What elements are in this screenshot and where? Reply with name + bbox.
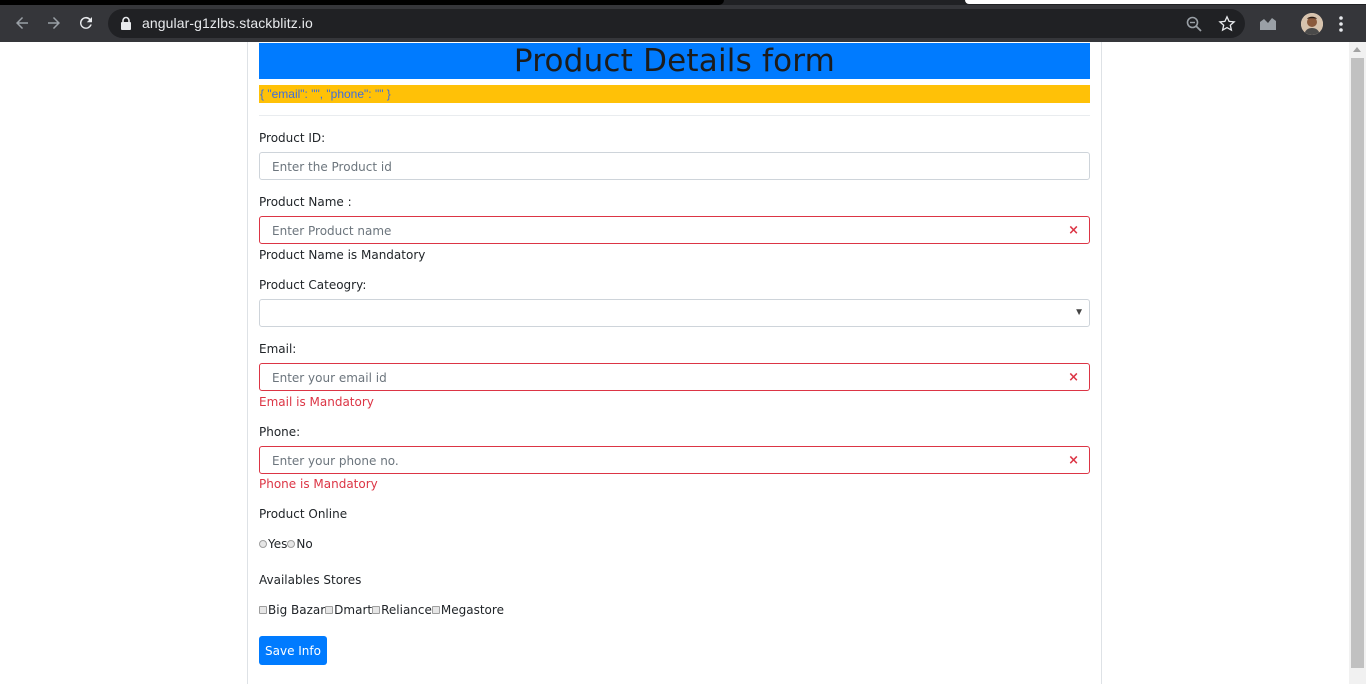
divider <box>259 115 1090 116</box>
stores-options: Big Bazar Dmart Reliance Megastore <box>259 603 504 617</box>
avatar[interactable] <box>1301 13 1323 35</box>
scroll-up-icon[interactable] <box>1353 47 1361 52</box>
url-text: angular-g1zlbs.stackblitz.io <box>142 15 313 31</box>
vertical-scrollbar[interactable] <box>1349 42 1366 684</box>
reload-icon[interactable] <box>73 10 99 36</box>
checkbox-dmart[interactable] <box>325 606 334 614</box>
star-icon[interactable] <box>1218 15 1236 33</box>
radio-no[interactable] <box>287 540 296 548</box>
page-title: Product Details form <box>513 43 836 79</box>
back-arrow-icon[interactable] <box>9 10 35 36</box>
page-header: Product Details form <box>259 43 1090 79</box>
save-button[interactable]: Save Info <box>259 636 327 665</box>
extension-icon[interactable] <box>1258 14 1278 32</box>
phone-placeholder: Enter your phone no. <box>272 454 399 468</box>
address-bar[interactable]: angular-g1zlbs.stackblitz.io <box>108 9 1245 38</box>
tab-edge-right <box>965 0 1366 4</box>
radio-no-label: No <box>296 537 313 551</box>
checkbox-dmart-label: Dmart <box>334 603 373 617</box>
chevron-down-icon: ▼ <box>1074 307 1084 318</box>
checkbox-megastore-label: Megastore <box>440 603 504 617</box>
phone-label: Phone: <box>259 425 301 439</box>
product-category-label: Product Cateogry: <box>259 278 367 292</box>
product-name-input[interactable]: Enter Product name × <box>259 216 1090 244</box>
stores-label: Availables Stores <box>259 573 362 587</box>
form-container: Product Details form { "email": "", "pho… <box>247 42 1102 684</box>
checkbox-megastore[interactable] <box>431 606 440 614</box>
menu-icon[interactable] <box>1336 14 1346 34</box>
product-id-label: Product ID: <box>259 131 326 145</box>
forward-arrow-icon[interactable] <box>41 10 67 36</box>
error-icon: × <box>1068 453 1079 468</box>
email-placeholder: Enter your email id <box>272 371 387 385</box>
scroll-thumb[interactable] <box>1351 58 1364 668</box>
email-label: Email: <box>259 342 297 356</box>
product-online-options: Yes No <box>259 537 313 551</box>
radio-yes-label: Yes <box>268 537 288 551</box>
phone-error: Phone is Mandatory <box>259 477 378 491</box>
product-category-select[interactable]: ▼ <box>259 299 1090 327</box>
zoom-icon[interactable] <box>1185 15 1203 33</box>
browser-toolbar: angular-g1zlbs.stackblitz.io <box>0 5 1366 42</box>
error-icon: × <box>1068 370 1079 385</box>
product-id-input[interactable]: Enter the Product id <box>259 152 1090 180</box>
form-value-json: { "email": "", "phone": "" } <box>259 85 1090 103</box>
checkbox-reliance[interactable] <box>372 606 381 614</box>
checkbox-reliance-label: Reliance <box>381 603 432 617</box>
product-name-placeholder: Enter Product name <box>272 224 392 238</box>
checkbox-big-bazar-label: Big Bazar <box>268 603 326 617</box>
radio-yes[interactable] <box>259 540 267 548</box>
email-error: Email is Mandatory <box>259 395 374 409</box>
lock-icon <box>121 16 131 30</box>
product-name-label: Product Name : <box>259 195 352 209</box>
page-viewport: Product Details form { "email": "", "pho… <box>0 42 1366 684</box>
product-id-placeholder: Enter the Product id <box>272 160 392 174</box>
error-icon: × <box>1068 223 1079 238</box>
phone-field[interactable]: Enter your phone no. × <box>259 446 1090 474</box>
checkbox-big-bazar[interactable] <box>259 606 267 614</box>
product-online-label: Product Online <box>259 507 348 521</box>
product-name-error: Product Name is Mandatory <box>259 248 426 262</box>
email-field[interactable]: Enter your email id × <box>259 363 1090 391</box>
